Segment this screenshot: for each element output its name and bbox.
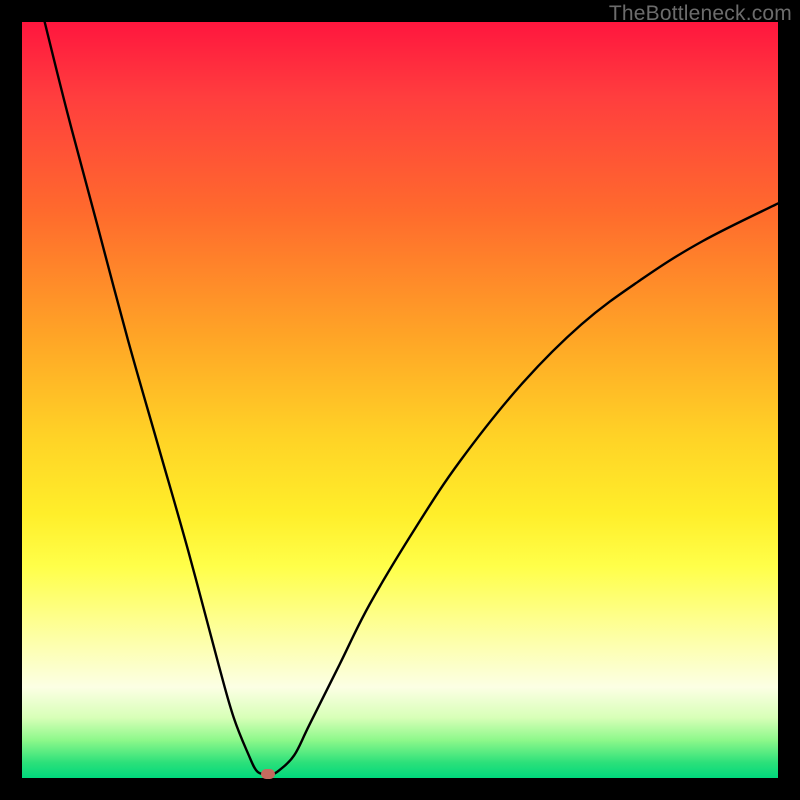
- bottleneck-curve: [22, 22, 778, 778]
- chart-plot-area: [22, 22, 778, 778]
- watermark-text: TheBottleneck.com: [609, 2, 792, 26]
- optimal-point-marker: [261, 769, 275, 779]
